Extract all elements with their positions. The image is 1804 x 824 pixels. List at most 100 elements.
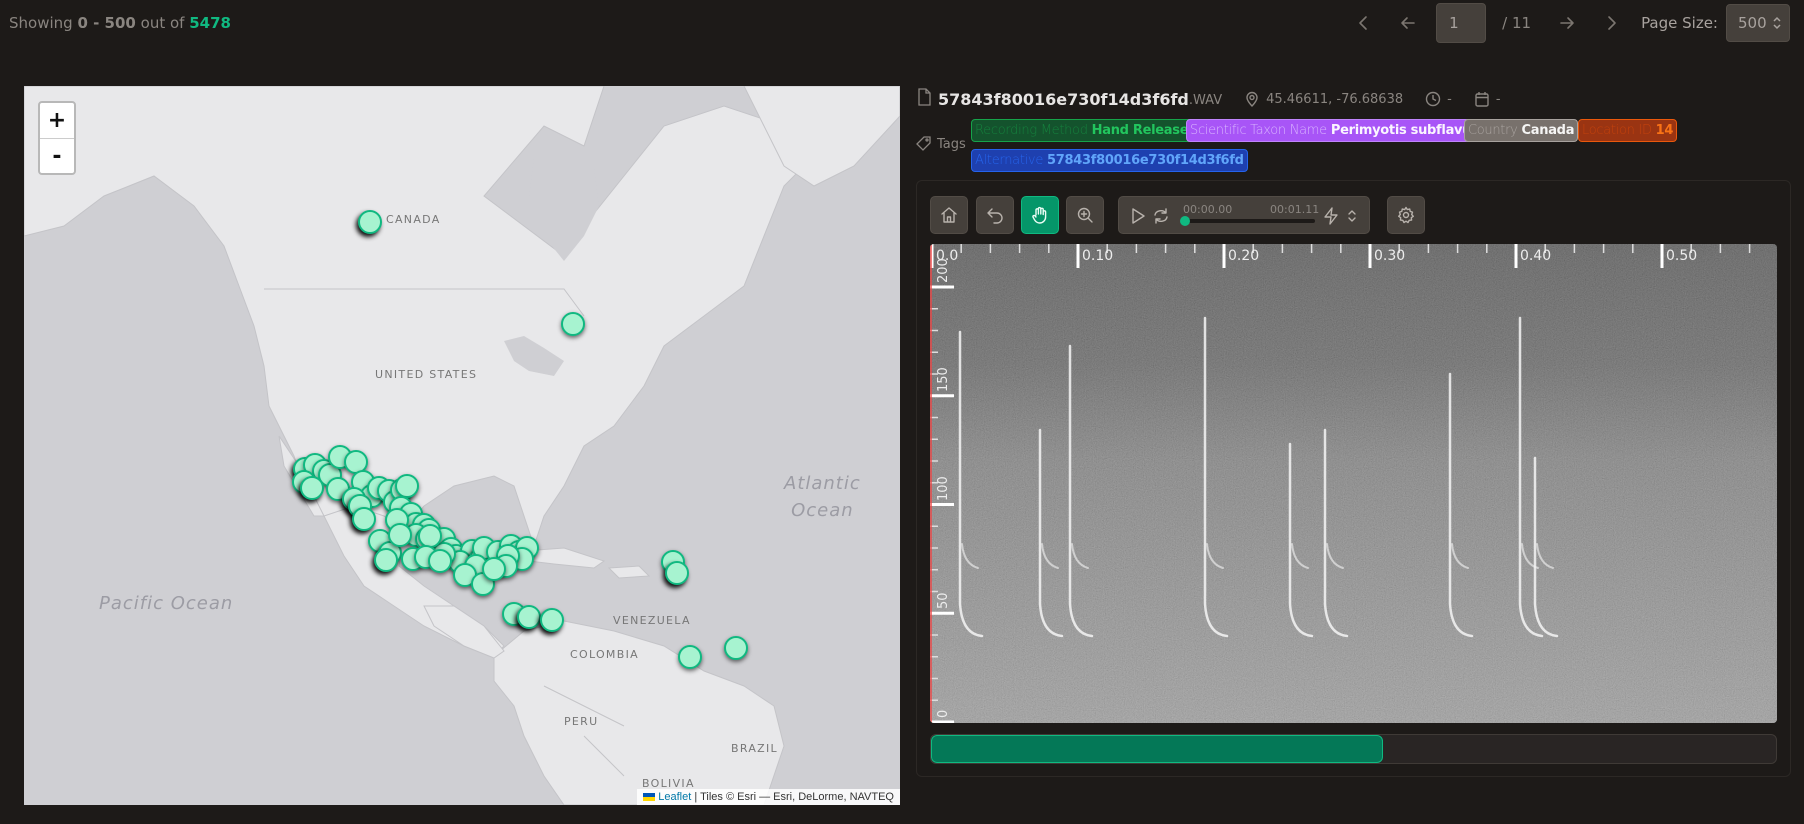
y-tick-label: 200 [936, 258, 951, 283]
file-name: 57843f80016e730f14d3f6fd [938, 89, 1189, 109]
pagination: 1 / 11 Page Size: 500 [1342, 3, 1790, 43]
tag-alternative[interactable]: Alternative 57843f80016e730f14d3f6fd [971, 149, 1248, 172]
page-size-select[interactable]: 500 [1726, 4, 1790, 42]
gear-icon [1398, 206, 1414, 224]
pan-button[interactable] [1021, 196, 1059, 234]
undo-button[interactable] [976, 196, 1014, 234]
leaflet-link[interactable]: Leaflet [658, 791, 691, 803]
chevron-right-icon [1608, 16, 1616, 30]
tag-scientific-taxon-name[interactable]: Scientific Taxon Name Perimyotis subflavu… [1186, 119, 1483, 142]
y-tick-label: 0 [936, 709, 951, 718]
last-page-button[interactable] [1589, 4, 1633, 42]
map-marker[interactable] [352, 507, 376, 531]
next-page-button[interactable] [1545, 4, 1589, 42]
repeat-icon [1154, 208, 1168, 224]
map-label-canada: CANADA [386, 213, 441, 226]
play-button[interactable] [1129, 207, 1147, 225]
map-marker[interactable] [374, 548, 398, 572]
file-extension: .WAV [1188, 93, 1223, 108]
loop-button[interactable] [1152, 207, 1170, 225]
playback-slider[interactable] [1184, 219, 1315, 223]
map-marker[interactable] [517, 605, 541, 629]
map-marker[interactable] [678, 645, 702, 669]
map-basemap [24, 86, 900, 805]
x-tick-label: 0.20 [1228, 248, 1260, 264]
current-time: 00:00.00 [1183, 203, 1233, 216]
tag-location-id[interactable]: Location ID 14 [1578, 119, 1678, 142]
recording-header: 57843f80016e730f14d3f6fd .WAV 45.46611, … [916, 88, 1501, 110]
file-icon [918, 88, 931, 106]
map-pin-icon [1246, 91, 1258, 107]
map-label-colombia: COLOMBIA [570, 648, 639, 661]
speed-select[interactable] [1346, 207, 1358, 225]
speed-button[interactable] [1322, 207, 1340, 225]
y-tick-label: 150 [936, 366, 951, 392]
map-zoom-control: + - [38, 101, 76, 175]
y-tick-label: 100 [936, 475, 951, 501]
previous-page-button[interactable] [1386, 4, 1430, 42]
top-bar: Showing 0 - 500 out of 5478 1 / 11 Page … [0, 0, 1804, 46]
map-label-pacific-ocean: Pacific Ocean [99, 593, 234, 614]
zoom-button[interactable] [1066, 196, 1104, 234]
map-marker[interactable] [358, 210, 382, 234]
arrow-right-icon [1560, 17, 1574, 29]
map-label-united-states: UNITED STATES [375, 368, 478, 381]
map-marker[interactable] [482, 557, 506, 581]
play-icon [1132, 208, 1145, 224]
map-attribution: Leaflet | Tiles © Esri — Esri, DeLorme, … [637, 789, 900, 805]
overview-progress-bar[interactable] [930, 734, 1777, 764]
recording-date: - [1474, 91, 1501, 107]
calendar-icon [1475, 92, 1489, 107]
zoom-out-button[interactable]: - [40, 138, 74, 173]
first-page-button[interactable] [1342, 4, 1386, 42]
page-number-input[interactable]: 1 [1436, 3, 1487, 43]
zoom-in-button[interactable]: + [40, 103, 74, 138]
page-size-label: Page Size: [1641, 14, 1718, 32]
map-label-venezuela: VENEZUELA [613, 614, 691, 627]
map-marker[interactable] [428, 549, 452, 573]
undo-icon [987, 208, 1003, 224]
results-total: 5478 [189, 14, 231, 32]
x-tick-label: 0.10 [1082, 248, 1114, 264]
map-marker[interactable] [665, 561, 689, 585]
x-tick-label: 0.40 [1520, 248, 1552, 264]
y-tick-label: 50 [936, 592, 951, 610]
map-marker[interactable] [388, 523, 412, 547]
tag-icon [916, 136, 931, 151]
results-range: 0 - 500 [77, 14, 136, 32]
home-button[interactable] [930, 196, 968, 234]
map[interactable]: + - CANADA UNITED STATES VENEZUELA COLOM… [24, 86, 900, 805]
arrow-left-icon [1401, 17, 1415, 29]
map-label-peru: PERU [564, 715, 599, 728]
map-marker[interactable] [540, 608, 564, 632]
tags-label: Tags [916, 136, 966, 152]
map-label-brazil: BRAZIL [731, 742, 778, 755]
chevron-up-down-icon [1348, 210, 1356, 222]
clock-icon [1425, 91, 1441, 107]
x-tick-label: 0.50 [1666, 248, 1698, 264]
ukraine-flag-icon [643, 793, 656, 801]
playback-slider-handle[interactable] [1180, 216, 1190, 226]
map-marker[interactable] [300, 476, 324, 500]
spectrogram[interactable]: 0.0 0.10 0.20 0.30 0.40 0.50 200 150 100 50 0 [930, 244, 1777, 723]
hand-icon [1032, 206, 1047, 224]
map-marker[interactable] [395, 474, 419, 498]
duration: 00:01.11 [1270, 203, 1320, 216]
coordinates: 45.46611, -76.68638 [1244, 91, 1403, 107]
chevron-left-icon [1359, 16, 1367, 30]
results-summary: Showing 0 - 500 out of 5478 [9, 14, 231, 32]
lightning-icon [1324, 207, 1338, 225]
total-pages: / 11 [1502, 14, 1532, 32]
tag-recording-method[interactable]: Recording Method Hand Release [971, 119, 1193, 142]
map-label-atlantic-ocean: Atlantic Ocean [784, 473, 861, 521]
settings-button[interactable] [1387, 196, 1425, 234]
map-marker[interactable] [561, 312, 585, 336]
map-marker[interactable] [418, 524, 442, 548]
home-icon [941, 207, 957, 223]
progress-fill [931, 735, 1384, 763]
zoom-in-icon [1077, 207, 1093, 223]
recording-time: - [1425, 91, 1452, 107]
tag-country[interactable]: Country Canada [1464, 119, 1579, 142]
map-marker[interactable] [724, 636, 748, 660]
chevron-up-down-icon [1773, 16, 1781, 30]
